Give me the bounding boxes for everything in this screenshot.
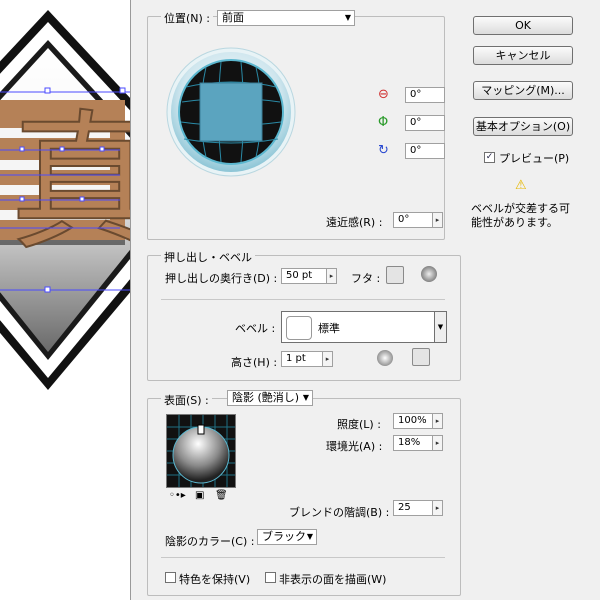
ambient-light-stepper[interactable]: ▸	[433, 435, 443, 451]
surface-select[interactable]: 陰影 (艶消し) ▼	[227, 390, 313, 406]
cap-on-button[interactable]	[386, 266, 404, 284]
rotation-x-field[interactable]: 0°	[405, 87, 445, 103]
rotate-z-icon: ↻	[378, 143, 389, 158]
3d-extrude-bevel-options-dialog: 位置(N) : 前面 ▼ ⊖ 0° Φ 0° ↻ 0° 遠近感(R): 0° …	[130, 0, 600, 600]
preview-label[interactable]: プレビュー(P)	[499, 150, 569, 166]
rotate-y-icon: Φ	[378, 115, 389, 130]
preserve-spot-label[interactable]: 特色を保持(V)	[179, 571, 250, 587]
shading-color-value: ブラック	[262, 530, 306, 543]
extrude-separator	[161, 299, 445, 300]
blend-steps-stepper[interactable]: ▸	[433, 500, 443, 516]
extrude-depth-field[interactable]: 50 pt	[281, 268, 327, 284]
artwork-3d-object[interactable]: 真	[0, 0, 130, 600]
bevel-select[interactable]: 標準	[281, 311, 435, 343]
cap-off-icon[interactable]	[421, 266, 437, 282]
bevel-extent-out-icon[interactable]	[377, 350, 393, 366]
cancel-button[interactable]: キャンセル	[473, 46, 573, 65]
light-intensity-field[interactable]: 100%	[393, 413, 433, 429]
surface-label: 表面(S) :	[161, 392, 212, 408]
chevron-down-icon: ▼	[306, 532, 313, 541]
rotation-y-field[interactable]: 0°	[405, 115, 445, 131]
extrude-bevel-title: 押し出し・ベベル	[161, 249, 255, 265]
bevel-label: ベベル :	[235, 322, 276, 335]
blend-steps-label: ブレンドの階調(B) :	[289, 506, 390, 519]
chevron-down-icon: ▼	[344, 13, 351, 22]
artboard-canvas[interactable]: 真	[0, 0, 130, 600]
warning-text-line2: 能性があります。	[471, 216, 558, 229]
ambient-light-label: 環境光(A) :	[326, 440, 383, 453]
bevel-dropdown-arrow[interactable]: ▼	[435, 311, 447, 343]
extrude-depth-label: 押し出しの奥行き(D) :	[165, 272, 278, 285]
bevel-extent-in-button[interactable]	[412, 348, 430, 366]
shading-color-select[interactable]: ブラック ▼	[257, 529, 317, 545]
bevel-height-field[interactable]: 1 pt	[281, 351, 323, 367]
surface-separator	[161, 557, 445, 558]
surface-value: 陰影 (艶消し)	[232, 391, 300, 404]
light-intensity-label: 照度(L) :	[337, 418, 381, 431]
draw-hidden-faces-checkbox[interactable]	[265, 572, 276, 583]
rotation-z-field[interactable]: 0°	[405, 143, 445, 159]
perspective-stepper[interactable]: ▸	[433, 212, 443, 228]
bevel-height-stepper[interactable]: ▸	[323, 351, 333, 367]
mapping-button[interactable]: マッピング(M)...	[473, 81, 573, 100]
light-to-back-icon[interactable]: ◦•▸	[169, 490, 186, 501]
position-label: 位置(N) :	[161, 10, 214, 26]
preserve-spot-checkbox[interactable]	[165, 572, 176, 583]
light-intensity-stepper[interactable]: ▸	[433, 413, 443, 429]
basic-options-button[interactable]: 基本オプション(O)	[473, 117, 573, 136]
rotate-x-icon: ⊖	[378, 87, 389, 102]
position-value: 前面	[222, 11, 244, 24]
blend-steps-field[interactable]: 25	[393, 500, 433, 516]
perspective-label: 遠近感(R) :	[326, 216, 383, 229]
bevel-height-label: 高さ(H) :	[231, 356, 278, 369]
draw-hidden-faces-label[interactable]: 非表示の面を描画(W)	[279, 571, 386, 587]
shading-color-label: 陰影のカラー(C) :	[165, 535, 255, 548]
ambient-light-field[interactable]: 18%	[393, 435, 433, 451]
rotation-trackball[interactable]	[166, 47, 296, 177]
extrude-depth-stepper[interactable]: ▸	[327, 268, 337, 284]
bevel-preview-icon	[286, 316, 312, 340]
new-light-icon[interactable]: ▣	[195, 490, 204, 501]
trash-icon[interactable]: 🗑	[215, 490, 228, 501]
lighting-sphere[interactable]	[166, 414, 236, 488]
ok-button[interactable]: OK	[473, 16, 573, 35]
glyph-text: 真	[10, 97, 130, 271]
bevel-value: 標準	[318, 322, 340, 335]
cap-label: フタ :	[351, 272, 381, 285]
warning-icon: ⚠	[515, 178, 527, 193]
position-select[interactable]: 前面 ▼	[217, 10, 355, 26]
chevron-down-icon: ▼	[302, 393, 309, 402]
preview-checkbox[interactable]: ✓	[484, 152, 495, 163]
perspective-field[interactable]: 0°	[393, 212, 433, 228]
